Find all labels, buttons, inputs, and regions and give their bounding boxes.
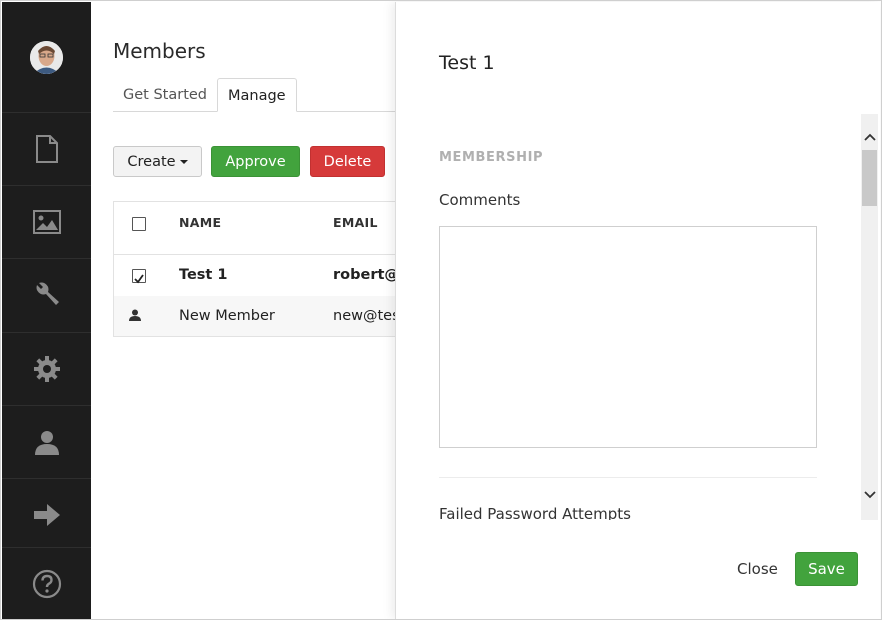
user-icon bbox=[129, 309, 141, 321]
panel-title: Test 1 bbox=[439, 52, 495, 74]
checkmark-icon bbox=[134, 274, 144, 284]
column-header-email[interactable]: EMAIL bbox=[333, 202, 378, 244]
user-icon bbox=[34, 431, 59, 455]
page-title: Members bbox=[113, 39, 206, 63]
select-all-checkbox[interactable] bbox=[132, 217, 146, 231]
main-content: Members Get Started Manage Create Approv… bbox=[91, 1, 424, 619]
avatar-container[interactable] bbox=[2, 2, 91, 112]
scroll-thumb[interactable] bbox=[862, 150, 877, 206]
image-icon bbox=[32, 210, 61, 234]
arrow-right-icon bbox=[33, 504, 60, 526]
table-row[interactable]: Test 1 robert@ bbox=[114, 255, 424, 296]
tab-get-started[interactable]: Get Started bbox=[113, 78, 217, 111]
comments-textarea[interactable] bbox=[439, 226, 817, 448]
sidebar-item-content[interactable] bbox=[2, 112, 91, 185]
scroll-up-arrow[interactable] bbox=[861, 127, 878, 147]
panel-scroll-area[interactable]: MEMBERSHIP Comments Failed Password Atte… bbox=[396, 114, 862, 520]
gear-icon bbox=[33, 356, 60, 382]
chevron-down-icon bbox=[863, 491, 876, 499]
create-button[interactable]: Create bbox=[113, 146, 202, 177]
sidebar-item-developer[interactable] bbox=[2, 332, 91, 405]
table-header: NAME EMAIL bbox=[114, 202, 424, 255]
failed-password-attempts-label: Failed Password Attempts bbox=[439, 505, 631, 520]
wrench-icon bbox=[36, 282, 59, 305]
chevron-up-icon bbox=[863, 133, 876, 141]
sidebar-item-forms[interactable] bbox=[2, 478, 91, 551]
section-title-membership: MEMBERSHIP bbox=[439, 150, 544, 165]
member-email: robert@ bbox=[333, 267, 399, 283]
member-name[interactable]: New Member bbox=[179, 296, 275, 337]
member-edit-panel: Test 1 MEMBERSHIP Comments Failed Passwo… bbox=[395, 2, 880, 619]
scroll-down-arrow[interactable] bbox=[861, 485, 878, 505]
tab-manage[interactable]: Manage bbox=[217, 78, 297, 112]
member-email: new@tes bbox=[333, 308, 400, 324]
column-header-name[interactable]: NAME bbox=[179, 202, 221, 244]
help-icon bbox=[32, 569, 61, 599]
caret-down-icon bbox=[179, 160, 188, 164]
sidebar-item-media[interactable] bbox=[2, 185, 91, 258]
delete-button[interactable]: Delete bbox=[310, 146, 385, 177]
sidebar-item-help[interactable] bbox=[2, 547, 91, 619]
sidebar-item-members[interactable] bbox=[2, 405, 91, 478]
panel-scrollbar[interactable] bbox=[861, 114, 878, 520]
close-button[interactable]: Close bbox=[737, 554, 778, 584]
divider bbox=[439, 477, 817, 478]
app-window: Members Get Started Manage Create Approv… bbox=[0, 0, 882, 620]
create-button-label: Create bbox=[127, 154, 176, 170]
tab-manage-label: Manage bbox=[228, 88, 286, 104]
document-icon bbox=[35, 135, 58, 163]
save-button[interactable]: Save bbox=[795, 552, 858, 586]
row-checkbox[interactable] bbox=[132, 269, 146, 284]
sidebar-item-settings-tools[interactable] bbox=[2, 258, 91, 331]
table-row[interactable]: New Member new@tes bbox=[114, 296, 424, 336]
avatar[interactable] bbox=[30, 40, 63, 74]
avatar-image bbox=[30, 40, 63, 74]
members-table: NAME EMAIL Test 1 robert@ New Member new… bbox=[113, 201, 424, 337]
approve-button[interactable]: Approve bbox=[211, 146, 300, 177]
tab-bar: Get Started Manage bbox=[113, 78, 413, 112]
comments-label: Comments bbox=[439, 191, 521, 209]
sidebar bbox=[2, 2, 91, 619]
member-name[interactable]: Test 1 bbox=[179, 255, 228, 296]
